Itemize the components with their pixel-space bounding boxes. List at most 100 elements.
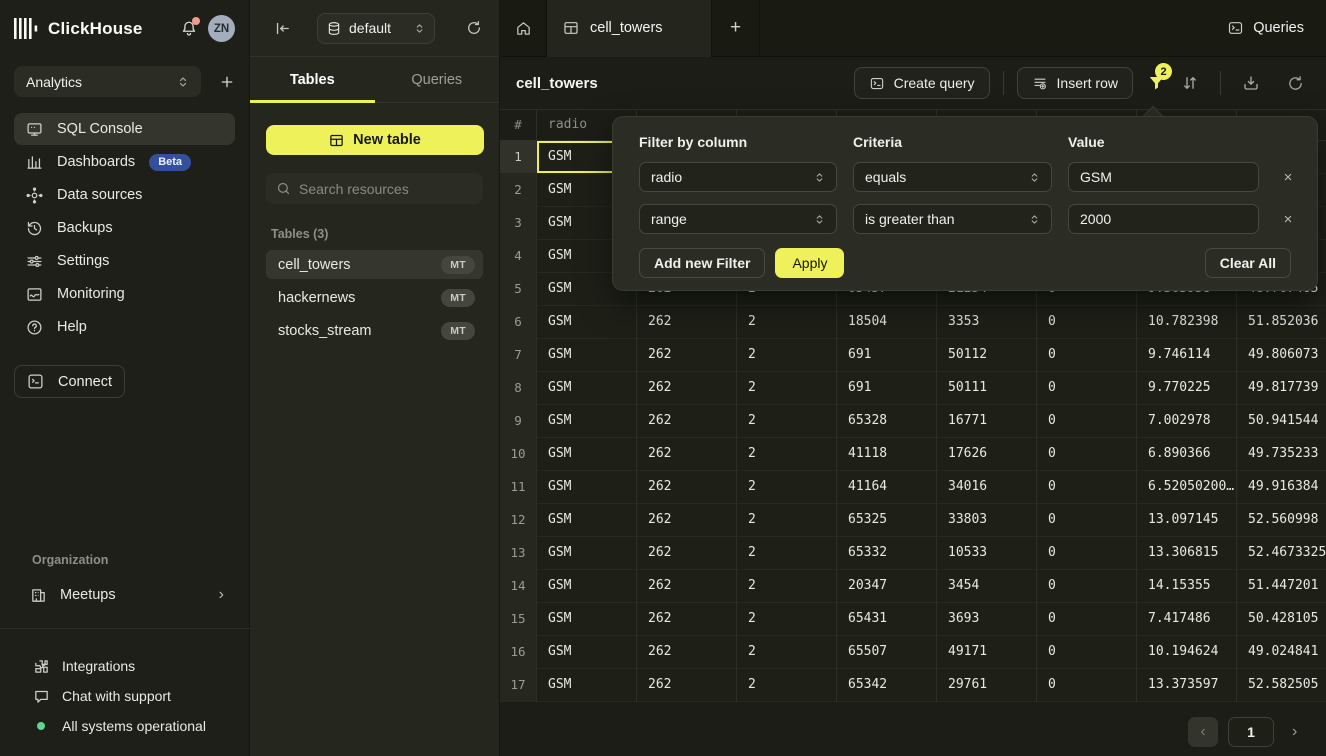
table-cell[interactable]: 49.806073 xyxy=(1237,339,1326,372)
table-cell[interactable]: 2 xyxy=(737,636,837,669)
current-page[interactable]: 1 xyxy=(1228,717,1274,747)
filter-criteria-select[interactable]: equals xyxy=(853,162,1052,192)
clear-all-button[interactable]: Clear All xyxy=(1205,248,1291,278)
table-cell[interactable]: 29761 xyxy=(937,669,1037,702)
table-cell[interactable]: 41118 xyxy=(837,438,937,471)
notifications-bell-icon[interactable] xyxy=(180,20,198,38)
sidebar-item-dashboards[interactable]: Dashboards Beta xyxy=(14,146,235,178)
table-cell[interactable]: 0 xyxy=(1037,306,1137,339)
table-list-item-hackernews[interactable]: hackernews MT xyxy=(266,283,483,312)
table-cell[interactable]: 0 xyxy=(1037,603,1137,636)
table-cell[interactable]: 262 xyxy=(637,603,737,636)
row-number[interactable]: 9 xyxy=(500,405,537,438)
table-cell[interactable]: 17626 xyxy=(937,438,1037,471)
table-cell[interactable]: 2 xyxy=(737,570,837,603)
table-cell[interactable]: 50111 xyxy=(937,372,1037,405)
table-cell[interactable]: 262 xyxy=(637,537,737,570)
sidebar-item-integrations[interactable]: Integrations xyxy=(14,652,236,680)
table-cell[interactable]: 13.306815 xyxy=(1137,537,1237,570)
table-cell[interactable]: 50112 xyxy=(937,339,1037,372)
table-cell[interactable]: 65325 xyxy=(837,504,937,537)
table-cell[interactable]: 10533 xyxy=(937,537,1037,570)
refresh-button[interactable] xyxy=(1278,67,1312,99)
table-cell[interactable]: 13.373597 xyxy=(1137,669,1237,702)
table-cell[interactable]: 65431 xyxy=(837,603,937,636)
table-cell-radio[interactable]: GSM xyxy=(537,306,637,339)
table-cell-radio[interactable]: GSM xyxy=(537,339,637,372)
column-header-index[interactable]: # xyxy=(500,110,537,141)
row-number[interactable]: 5 xyxy=(500,273,537,306)
table-cell[interactable]: 65342 xyxy=(837,669,937,702)
row-number[interactable]: 7 xyxy=(500,339,537,372)
table-cell[interactable]: 0 xyxy=(1037,372,1137,405)
filter-value-input[interactable] xyxy=(1080,169,1247,185)
filter-button[interactable]: 2 xyxy=(1139,67,1173,99)
row-number[interactable]: 11 xyxy=(500,471,537,504)
prev-page-button[interactable]: ‹ xyxy=(1188,717,1218,747)
sidebar-item-settings[interactable]: Settings xyxy=(14,245,235,277)
table-cell[interactable]: 65332 xyxy=(837,537,937,570)
table-cell[interactable]: 2 xyxy=(737,504,837,537)
table-cell[interactable]: 51.852036 xyxy=(1237,306,1326,339)
row-number[interactable]: 8 xyxy=(500,372,537,405)
table-cell[interactable]: 2 xyxy=(737,438,837,471)
table-cell[interactable]: 691 xyxy=(837,372,937,405)
table-cell[interactable]: 49.916384 xyxy=(1237,471,1326,504)
table-cell[interactable]: 0 xyxy=(1037,405,1137,438)
connect-button[interactable]: Connect xyxy=(14,365,125,398)
filter-column-select[interactable]: radio xyxy=(639,162,837,192)
row-number[interactable]: 13 xyxy=(500,537,537,570)
row-number[interactable]: 17 xyxy=(500,669,537,702)
sort-button[interactable] xyxy=(1173,67,1207,99)
next-page-button[interactable]: › xyxy=(1284,723,1305,741)
sidebar-item-sql-console[interactable]: SQL Console xyxy=(14,113,235,145)
table-cell[interactable]: 3454 xyxy=(937,570,1037,603)
queries-button[interactable]: Queries xyxy=(1227,20,1326,36)
table-cell[interactable]: 14.15355 xyxy=(1137,570,1237,603)
table-cell[interactable]: 0 xyxy=(1037,339,1137,372)
add-new-filter-button[interactable]: Add new Filter xyxy=(639,248,765,278)
add-service-button[interactable] xyxy=(219,74,235,90)
table-cell[interactable]: 2 xyxy=(737,471,837,504)
new-tab-button[interactable]: + xyxy=(712,0,760,57)
row-number[interactable]: 4 xyxy=(500,240,537,273)
search-input[interactable] xyxy=(299,181,480,197)
table-cell[interactable]: 33803 xyxy=(937,504,1037,537)
table-cell[interactable]: 51.447201 xyxy=(1237,570,1326,603)
table-cell-radio[interactable]: GSM xyxy=(537,669,637,702)
table-cell[interactable]: 49171 xyxy=(937,636,1037,669)
table-cell[interactable]: 262 xyxy=(637,339,737,372)
table-cell-radio[interactable]: GSM xyxy=(537,570,637,603)
table-cell-radio[interactable]: GSM xyxy=(537,372,637,405)
table-cell[interactable]: 52.582505 xyxy=(1237,669,1326,702)
table-cell[interactable]: 262 xyxy=(637,306,737,339)
avatar[interactable]: ZN xyxy=(208,15,235,42)
table-cell[interactable]: 52.4673325 xyxy=(1237,537,1326,570)
remove-filter-button[interactable]: × xyxy=(1275,169,1301,186)
table-cell[interactable]: 0 xyxy=(1037,438,1137,471)
table-cell[interactable]: 10.194624 xyxy=(1137,636,1237,669)
table-cell[interactable]: 262 xyxy=(637,636,737,669)
table-cell[interactable]: 9.746114 xyxy=(1137,339,1237,372)
sidebar-item-data-sources[interactable]: Data sources xyxy=(14,179,235,211)
table-cell[interactable]: 7.417486 xyxy=(1137,603,1237,636)
home-tab[interactable] xyxy=(500,0,547,57)
brand[interactable]: ClickHouse xyxy=(14,18,143,39)
row-number[interactable]: 2 xyxy=(500,174,537,207)
table-cell-radio[interactable]: GSM xyxy=(537,504,637,537)
filter-column-select[interactable]: range xyxy=(639,204,837,234)
table-cell[interactable]: 3353 xyxy=(937,306,1037,339)
table-cell-radio[interactable]: GSM xyxy=(537,603,637,636)
download-button[interactable] xyxy=(1234,67,1268,99)
table-cell-radio[interactable]: GSM xyxy=(537,636,637,669)
table-list-item-stocks-stream[interactable]: stocks_stream MT xyxy=(266,316,483,345)
database-select[interactable]: default xyxy=(317,13,435,44)
table-cell[interactable]: 2 xyxy=(737,306,837,339)
table-cell[interactable]: 41164 xyxy=(837,471,937,504)
table-cell[interactable]: 0 xyxy=(1037,504,1137,537)
table-cell[interactable]: 2 xyxy=(737,537,837,570)
table-cell[interactable]: 262 xyxy=(637,669,737,702)
create-query-button[interactable]: Create query xyxy=(854,67,990,99)
sidebar-item-backups[interactable]: Backups xyxy=(14,212,235,244)
table-cell[interactable]: 262 xyxy=(637,471,737,504)
